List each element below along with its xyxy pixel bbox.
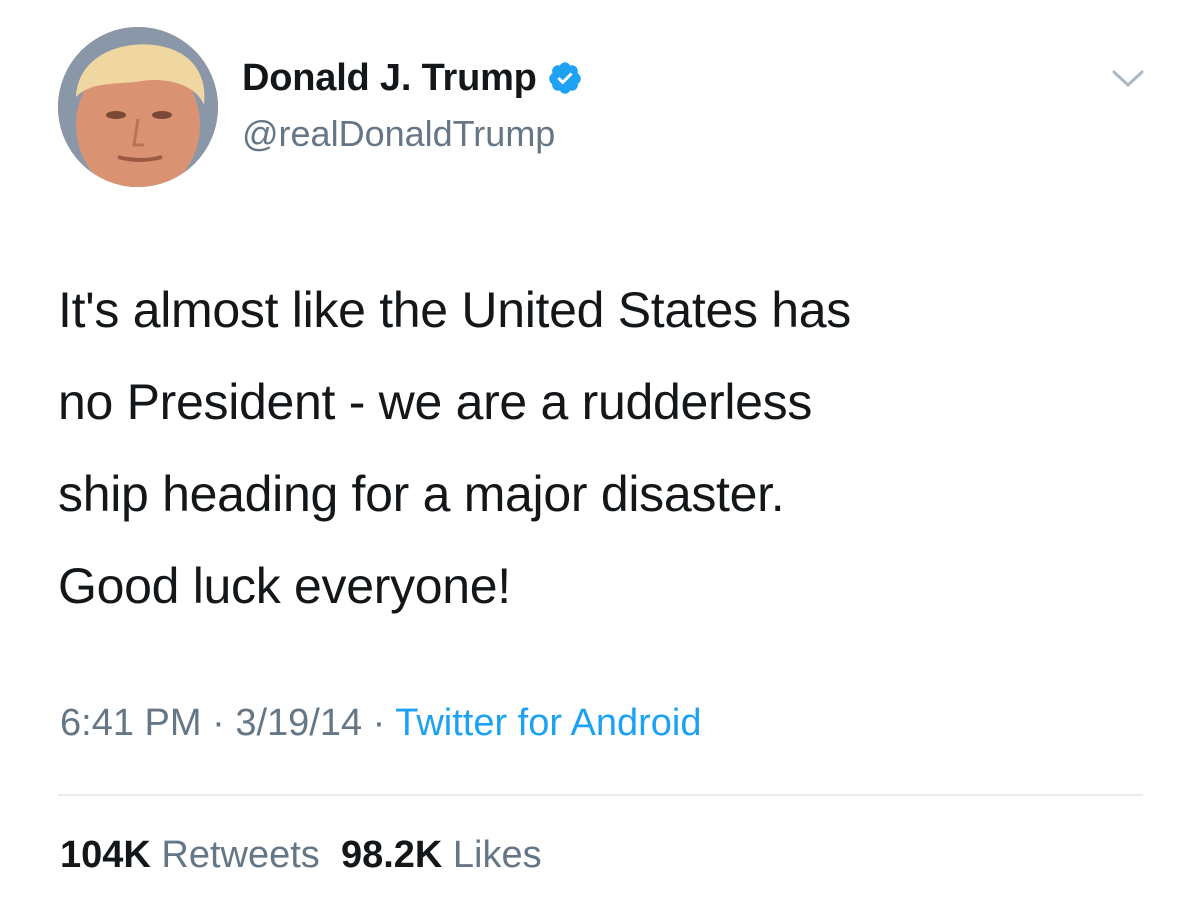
meta-separator: · [201, 702, 236, 744]
tweet-date[interactable]: 3/19/14 [235, 702, 362, 744]
tweet-meta: 6:41 PM · 3/19/14 · Twitter for Android [60, 702, 701, 745]
likes-label: Likes [452, 834, 542, 876]
tweet-stats: 104K Retweets 98.2K Likes [60, 834, 542, 877]
avatar-image [58, 27, 218, 187]
tweet-time[interactable]: 6:41 PM [60, 702, 202, 744]
retweets-stat[interactable]: 104K Retweets [60, 834, 320, 876]
likes-count: 98.2K [340, 834, 443, 876]
divider [58, 794, 1143, 796]
user-handle[interactable]: @realDonaldTrump [242, 113, 555, 155]
avatar[interactable] [58, 27, 218, 187]
chevron-down-icon[interactable] [1108, 58, 1148, 98]
retweets-label: Retweets [161, 834, 320, 876]
tweet-source-link[interactable]: Twitter for Android [395, 702, 701, 744]
tweet-text: It's almost like the United States has n… [58, 282, 851, 614]
verified-badge-icon [547, 60, 583, 96]
likes-stat[interactable]: 98.2K Likes [341, 834, 542, 876]
meta-separator: · [362, 702, 396, 744]
user-name-row[interactable]: Donald J. Trump [242, 54, 583, 102]
retweets-count: 104K [60, 834, 151, 876]
display-name[interactable]: Donald J. Trump [242, 57, 537, 100]
